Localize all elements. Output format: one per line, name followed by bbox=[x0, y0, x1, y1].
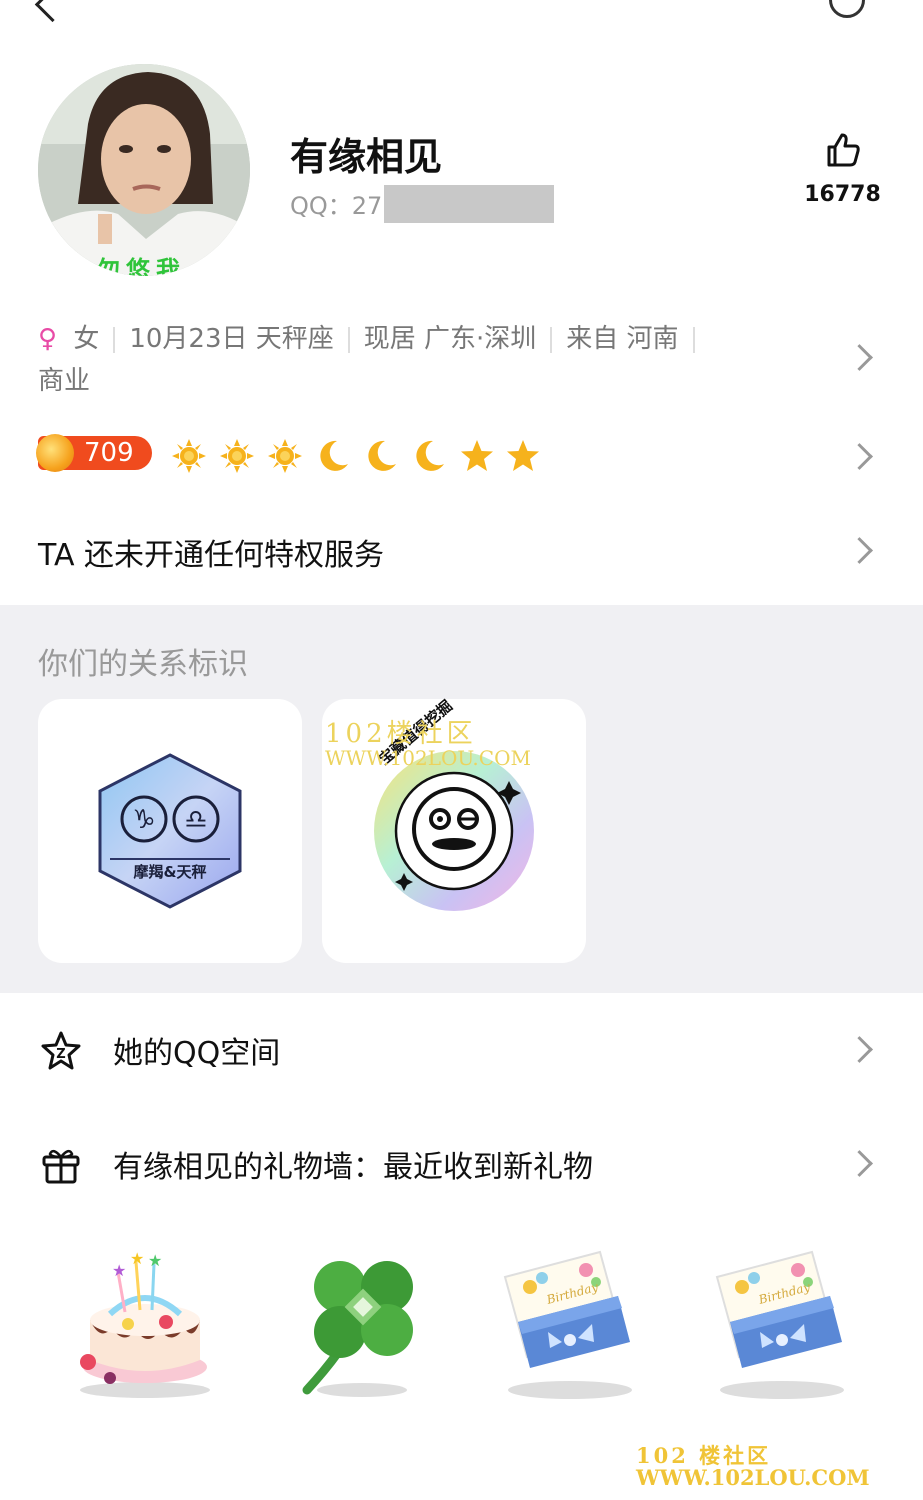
relationship-section: 你们的关系标识 ♑ ♎ 摩羯&天秤 宝藏值得挖掘 bbox=[0, 605, 923, 993]
qq-label: QQ： bbox=[290, 192, 352, 220]
female-icon: ♀ bbox=[38, 324, 58, 354]
qzone-row[interactable]: Z 她的QQ空间 bbox=[0, 1014, 923, 1084]
avatar-photo bbox=[38, 64, 250, 276]
svg-text:★: ★ bbox=[148, 1251, 162, 1270]
zodiac-badge-label: 摩羯&天秤 bbox=[133, 863, 207, 881]
qq-number-prefix: 27 bbox=[351, 192, 383, 220]
zodiac-badge-icon: ♑ ♎ bbox=[98, 753, 242, 909]
divider bbox=[347, 326, 350, 353]
site-watermark: 102楼社区 WWW.102LOU.COM bbox=[325, 719, 531, 770]
avatar[interactable]: 勿悠我 bbox=[38, 64, 250, 276]
birthday-card-icon[interactable]: Birthday bbox=[712, 1242, 862, 1402]
residence-text: 现居 广东·深圳 bbox=[363, 324, 537, 354]
bottom-watermark-line2: WWW.102LOU.COM bbox=[636, 1465, 870, 1490]
svg-text:★: ★ bbox=[112, 1261, 126, 1280]
info-chevron-right-icon[interactable] bbox=[846, 344, 873, 371]
level-chevron-right-icon[interactable] bbox=[846, 443, 873, 470]
sun-icon bbox=[172, 439, 206, 473]
svg-text:Z: Z bbox=[56, 1047, 65, 1062]
top-bar bbox=[0, 0, 923, 40]
gift-wall-row[interactable]: 有缘相见的礼物墙：最近收到新礼物 bbox=[0, 1128, 923, 1198]
gift-icon bbox=[42, 1149, 80, 1184]
sun-icon bbox=[268, 439, 302, 473]
settings-icon[interactable] bbox=[829, 0, 865, 18]
birthday-cake-icon[interactable]: ★ ★ ★ bbox=[70, 1242, 220, 1402]
relationship-heading: 你们的关系标识 bbox=[38, 647, 248, 682]
relationship-badge-card[interactable]: ♑ ♎ 摩羯&天秤 bbox=[38, 699, 302, 963]
level-value: 709 bbox=[84, 438, 134, 468]
bottom-watermark-line1: 102 楼社区 bbox=[636, 1443, 772, 1468]
gender-text: 女 bbox=[73, 324, 100, 354]
birthday-text: 10月23日 天秤座 bbox=[129, 324, 334, 354]
sun-icon bbox=[220, 439, 254, 473]
industry-text: 商业 bbox=[38, 366, 91, 396]
gift-wall-chevron-right-icon bbox=[846, 1150, 873, 1177]
privilege-chevron-right-icon[interactable] bbox=[846, 537, 873, 564]
divider bbox=[550, 326, 553, 353]
moon-icon bbox=[368, 440, 396, 471]
divider bbox=[113, 326, 116, 353]
watermark-line2: WWW.102LOU.COM bbox=[325, 746, 531, 770]
qzone-chevron-right-icon bbox=[846, 1036, 873, 1063]
level-coin-icon bbox=[36, 434, 74, 472]
privilege-status[interactable]: TA 还未开通任何特权服务 bbox=[38, 530, 384, 574]
like-button[interactable]: 16778 bbox=[800, 130, 885, 207]
svg-text:♎: ♎ bbox=[184, 805, 207, 835]
hometown-text: 来自 河南 bbox=[566, 324, 679, 354]
gift-wall-label: 有缘相见的礼物墙：最近收到新礼物 bbox=[113, 1150, 593, 1185]
profile-info-row[interactable]: ♀ 女 10月23日 天秤座 现居 广东·深圳 来自 河南 商业 bbox=[38, 318, 818, 402]
divider bbox=[692, 326, 695, 353]
level-badge: 709 bbox=[36, 434, 152, 472]
qzone-label: 她的QQ空间 bbox=[113, 1036, 281, 1071]
like-count: 16778 bbox=[804, 182, 881, 207]
bottom-site-watermark: 102 楼社区 WWW.102LOU.COM bbox=[636, 1445, 870, 1489]
star-icon bbox=[507, 440, 539, 471]
thumbs-up-icon bbox=[827, 133, 860, 167]
watermark-line1: 102楼社区 bbox=[325, 719, 477, 749]
star-icon bbox=[461, 440, 493, 471]
back-arrow-icon[interactable] bbox=[34, 0, 71, 23]
svg-text:★: ★ bbox=[130, 1249, 144, 1268]
avatar-caption: 勿悠我 bbox=[96, 256, 186, 276]
four-leaf-clover-icon[interactable] bbox=[292, 1242, 442, 1402]
moon-icon bbox=[320, 440, 348, 471]
qzone-star-icon: Z bbox=[41, 1031, 81, 1070]
profile-name: 有缘相见 bbox=[290, 135, 443, 179]
svg-text:♑: ♑ bbox=[132, 805, 155, 835]
qq-number-redaction bbox=[384, 185, 555, 223]
moon-icon bbox=[416, 440, 444, 471]
qq-number-line: QQ：27 bbox=[290, 185, 555, 223]
birthday-card-icon[interactable]: Birthday bbox=[500, 1242, 650, 1402]
